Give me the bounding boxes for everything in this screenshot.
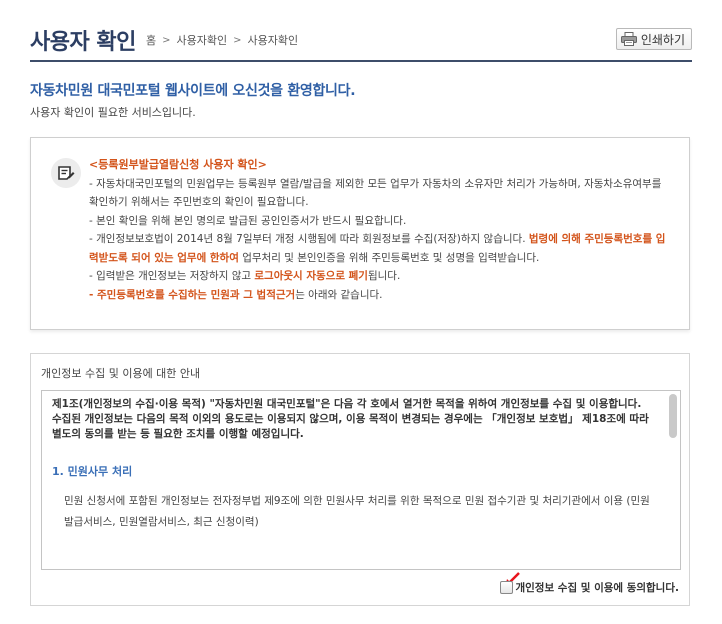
notice-highlight: 주민등록번호를 수집하는 민원과 그 법적근거	[97, 288, 296, 301]
notice-text: - 입력받은 개인정보는 저장하지 않고	[89, 270, 255, 282]
agree-label[interactable]: 개인정보 수집 및 이용에 동의합니다.	[515, 580, 679, 595]
print-button[interactable]: 인쇄하기	[615, 28, 692, 50]
terms-article: 제1조(개인정보의 수집·이용 목적) "자동차민원 대국민포털"은 다음 각 …	[52, 398, 649, 440]
breadcrumb-current: 사용자확인	[247, 34, 299, 47]
breadcrumb-separator-icon: >	[162, 34, 171, 46]
breadcrumb-separator-icon: >	[233, 34, 242, 46]
notice-text: 는 아래와 같습니다.	[295, 288, 383, 301]
agree-checkbox[interactable]	[500, 581, 514, 594]
page-title: 사용자 확인	[30, 30, 136, 55]
terms-section-title: 1. 민원사무 처리	[52, 465, 133, 478]
terms-scroll-area[interactable]: 제1조(개인정보의 수집·이용 목적) "자동차민원 대국민포털"은 다음 각 …	[41, 390, 681, 570]
breadcrumb: 홈 > 사용자확인 > 사용자확인	[146, 32, 298, 48]
scrollbar-thumb[interactable]	[669, 394, 677, 438]
agree-row: 개인정보 수집 및 이용에 동의합니다.	[500, 580, 679, 595]
notice-memo-icon	[51, 158, 81, 188]
notice-title: <등록원부발급열람신청 사용자 확인>	[89, 158, 267, 171]
notice-box: <등록원부발급열람신청 사용자 확인> - 자동차대국민포털의 민원업무는 등록…	[30, 137, 690, 330]
notice-line: - 본인 확인을 위해 본인 명의로 발급된 공인인증서가 반드시 필요합니다.	[89, 214, 407, 227]
terms-section-body: 민원 신청서에 포함된 개인정보는 전자정부법 제9조에 의한 민원사무 처리를…	[64, 495, 650, 528]
notice-line: - 입력받은 개인정보는 저장하지 않고 로그아웃시 자동으로 폐기됩니다.	[89, 267, 669, 286]
breadcrumb-item[interactable]: 사용자확인	[177, 32, 228, 48]
notice-text: - 개인정보보호법이 2014년 8월 7일부터 개정 시행됨에 따라 회원정보…	[89, 233, 529, 245]
terms-scrollbar[interactable]	[668, 394, 678, 566]
welcome-subtitle: 사용자 확인이 필요한 서비스입니다.	[30, 106, 196, 119]
terms-heading: 개인정보 수집 및 이용에 대한 안내	[41, 367, 201, 380]
breadcrumb-home[interactable]: 홈	[146, 32, 156, 48]
notice-dash: -	[89, 288, 98, 301]
welcome-title: 자동차민원 대국민포털 웹사이트에 오신것을 환영합니다.	[30, 83, 356, 99]
printer-icon	[620, 32, 637, 46]
notice-text: 업무처리 및 본인인증을 위해 주민등록번호 및 성명을 입력받습니다.	[238, 251, 540, 264]
notice-text: 됩니다.	[367, 270, 401, 282]
notice-content: <등록원부발급열람신청 사용자 확인> - 자동차대국민포털의 민원업무는 등록…	[89, 156, 669, 304]
notice-highlight: 로그아웃시 자동으로 폐기	[254, 270, 368, 282]
notice-line: - 개인정보보호법이 2014년 8월 7일부터 개정 시행됨에 따라 회원정보…	[89, 230, 669, 267]
notice-line: - 주민등록번호를 수집하는 민원과 그 법적근거는 아래와 같습니다.	[89, 286, 669, 305]
notice-line: - 자동차대국민포털의 민원업무는 등록원부 열람/발급을 제외한 모든 업무가…	[89, 177, 662, 209]
privacy-terms-box: 개인정보 수집 및 이용에 대한 안내 제1조(개인정보의 수집·이용 목적) …	[30, 353, 690, 606]
page-header: 사용자 확인 홈 > 사용자확인 > 사용자확인 인쇄하기	[30, 24, 692, 62]
print-button-label: 인쇄하기	[640, 32, 685, 47]
